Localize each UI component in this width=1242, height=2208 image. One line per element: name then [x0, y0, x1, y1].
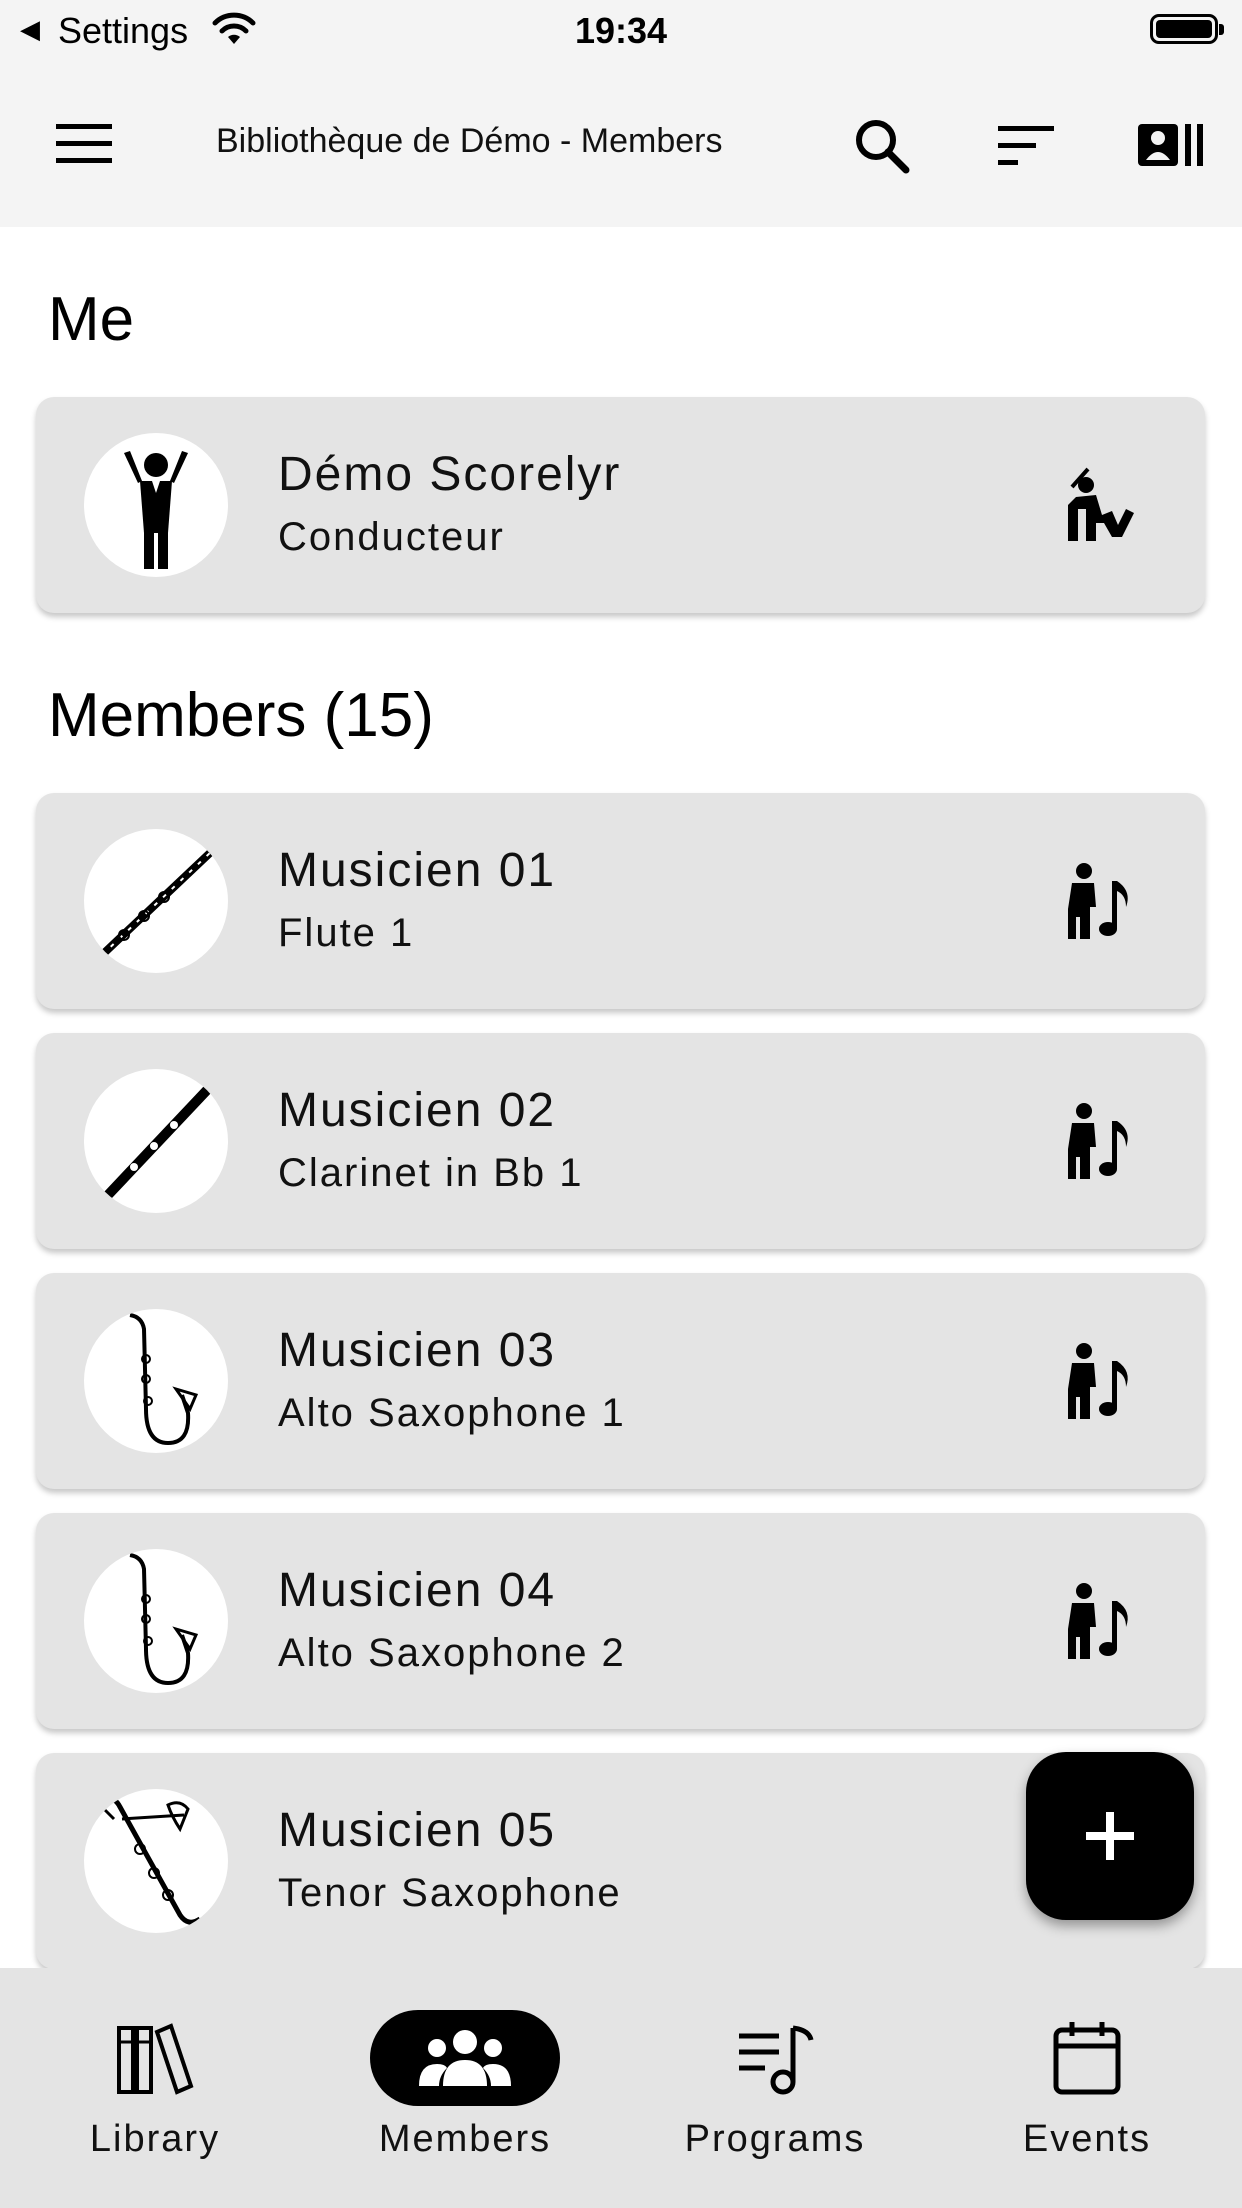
clarinet-icon [103, 1084, 213, 1200]
member-name: Musicien 01 [278, 844, 557, 897]
status-bar: ◀ Settings 19:34 [0, 0, 1242, 62]
battery-icon [1150, 14, 1224, 44]
member-card[interactable]: Musicien 02 Clarinet in Bb 1 [36, 1033, 1205, 1249]
musician-icon[interactable] [1056, 861, 1146, 941]
musician-icon[interactable] [1056, 1341, 1146, 1421]
me-card[interactable]: Démo Scorelyr Conducteur [36, 397, 1205, 613]
clock: 19:34 [574, 10, 668, 51]
events-icon [1053, 2022, 1121, 2095]
nav-item-programs[interactable]: Programs [620, 1968, 930, 2208]
member-card[interactable]: Musicien 01 Flute 1 [36, 793, 1205, 1009]
members-icon [419, 2030, 511, 2086]
bottom-navigation: Library Members Programs Events [0, 1968, 1242, 2208]
view-mode-icon[interactable] [1136, 120, 1206, 170]
conductor-avatar [84, 433, 228, 577]
saxophone-avatar [84, 1309, 228, 1453]
conductor-figure-icon [124, 451, 188, 569]
tenor-saxophone-icon [101, 1795, 202, 1925]
add-member-button[interactable] [1026, 1752, 1194, 1920]
member-instrument: Alto Saxophone 2 [278, 1631, 626, 1675]
member-instrument: Flute 1 [278, 911, 415, 955]
app-bar: Bibliothèque de Démo - Members [0, 62, 1242, 227]
saxophone-icon [129, 1313, 199, 1446]
member-instrument: Tenor Saxophone [278, 1871, 622, 1915]
members-section-title: Members (15) [48, 681, 434, 750]
member-name: Musicien 04 [278, 1564, 557, 1617]
member-name: Musicien 03 [278, 1324, 557, 1377]
nav-label: Library [89, 2118, 221, 2160]
musician-icon[interactable] [1056, 1581, 1146, 1661]
musician-icon[interactable] [1056, 1101, 1146, 1181]
flute-icon [98, 847, 216, 959]
member-instrument: Clarinet in Bb 1 [278, 1151, 584, 1195]
member-name: Musicien 02 [278, 1084, 557, 1137]
search-icon[interactable] [852, 116, 912, 176]
programs-icon [739, 2025, 814, 2095]
member-name: Musicien 05 [278, 1804, 557, 1857]
library-icon [117, 2023, 194, 2095]
me-section-title: Me [48, 285, 135, 354]
member-card[interactable]: Musicien 04 Alto Saxophone 2 [36, 1513, 1205, 1729]
nav-label: Events [1022, 2118, 1152, 2160]
nav-label: Members [378, 2118, 552, 2160]
nav-item-events[interactable]: Events [932, 1968, 1242, 2208]
clarinet-avatar [84, 1069, 228, 1213]
nav-item-library[interactable]: Library [0, 1968, 310, 2208]
saxophone-avatar [84, 1549, 228, 1693]
nav-item-members[interactable]: Members [310, 1968, 620, 2208]
flute-avatar [84, 829, 228, 973]
member-instrument: Alto Saxophone 1 [278, 1391, 626, 1435]
tenor-saxophone-avatar [84, 1789, 228, 1933]
page-title: Bibliothèque de Démo - Members [216, 122, 723, 160]
nav-label: Programs [684, 2118, 866, 2160]
saxophone-icon [129, 1553, 199, 1686]
member-role: Conducteur [278, 515, 505, 559]
member-card[interactable]: Musicien 03 Alto Saxophone 1 [36, 1273, 1205, 1489]
sort-icon[interactable] [996, 124, 1056, 168]
conductor-icon[interactable] [1056, 465, 1146, 545]
menu-icon[interactable] [54, 122, 114, 166]
member-name: Démo Scorelyr [278, 448, 622, 501]
